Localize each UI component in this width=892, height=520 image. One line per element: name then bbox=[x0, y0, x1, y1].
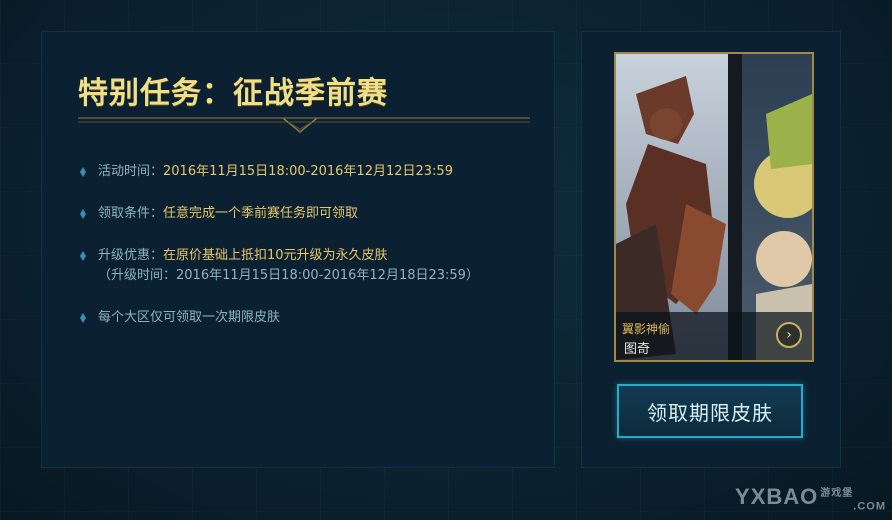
watermark-brand: YXBAO bbox=[735, 483, 819, 509]
item-label: 活动时间： bbox=[98, 164, 164, 179]
skin-caption: 翼影神偷 图奇 › bbox=[616, 312, 812, 360]
next-arrow-icon[interactable]: › bbox=[776, 322, 802, 348]
list-item-upgrade-offer: 升级优惠：在原价基础上抵扣10元升级为永久皮肤 （升级时间：2016年11月15… bbox=[78, 246, 538, 286]
skin-carousel[interactable]: 翼影神偷 图奇 › bbox=[614, 52, 814, 362]
diamond-bullet-icon bbox=[80, 209, 86, 219]
upgrade-time-note: （升级时间：2016年11月15日18:00-2016年12月18日23:59） bbox=[98, 268, 479, 283]
item-value: 2016年11月15日18:00-2016年12月12日23:59 bbox=[163, 164, 453, 179]
skin-panel: 翼影神偷 图奇 › 领取期限皮肤 bbox=[581, 31, 841, 468]
title-divider bbox=[78, 117, 530, 133]
diamond-bullet-icon bbox=[80, 251, 86, 261]
task-info-list: 活动时间：2016年11月15日18:00-2016年12月12日23:59 领… bbox=[78, 162, 538, 328]
claim-skin-button[interactable]: 领取期限皮肤 bbox=[617, 384, 803, 438]
item-label: 升级优惠： bbox=[98, 248, 164, 263]
watermark-cn: 游戏堡 bbox=[820, 487, 854, 499]
item-value: 任意完成一个季前赛任务即可领取 bbox=[163, 206, 359, 221]
page-title: 特别任务：征战季前赛 bbox=[78, 76, 388, 111]
item-label: 每个大区仅可领取一次期限皮肤 bbox=[98, 310, 281, 325]
list-item-activity-time: 活动时间：2016年11月15日18:00-2016年12月12日23:59 bbox=[78, 162, 538, 182]
hero-name: 图奇 bbox=[624, 342, 651, 357]
skin-name: 翼影神偷 bbox=[622, 322, 671, 336]
watermark-logo: YXBAO 游戏堡.COM bbox=[735, 484, 886, 512]
watermark-domain: .COM bbox=[853, 500, 886, 512]
diamond-bullet-icon bbox=[80, 167, 86, 177]
item-value: 在原价基础上抵扣10元升级为永久皮肤 bbox=[163, 248, 388, 263]
item-label: 领取条件： bbox=[98, 206, 164, 221]
list-item-limit: 每个大区仅可领取一次期限皮肤 bbox=[78, 308, 538, 328]
diamond-bullet-icon bbox=[80, 313, 86, 323]
task-panel: 特别任务：征战季前赛 活动时间：2016年11月15日18:00-2016年12… bbox=[41, 31, 555, 468]
list-item-condition: 领取条件：任意完成一个季前赛任务即可领取 bbox=[78, 204, 538, 224]
